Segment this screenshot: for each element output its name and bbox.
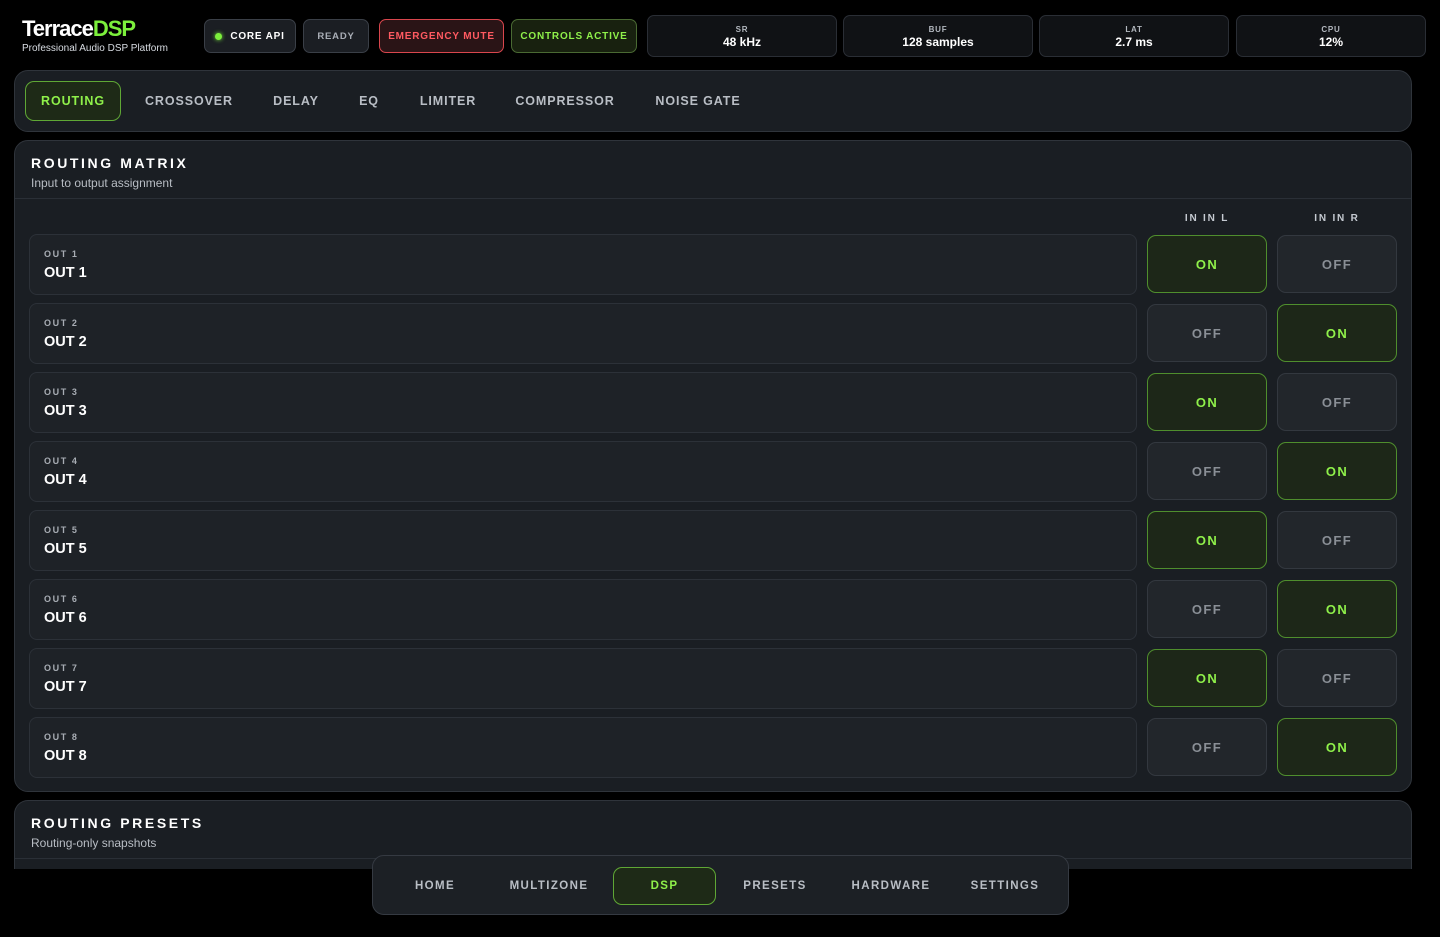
brand-logo: TerraceDSP Professional Audio DSP Platfo… (22, 16, 168, 54)
panel-subtitle: Input to output assignment (31, 176, 173, 190)
route-toggle[interactable]: ON (1277, 718, 1397, 776)
stat-value: 12% (1318, 35, 1344, 49)
core-api-status[interactable]: CORE API (204, 19, 296, 53)
ready-status[interactable]: READY (303, 19, 369, 53)
output-tag: OUT 2 (44, 318, 79, 328)
nav-multizone[interactable]: MULTIZONE (497, 867, 601, 905)
column-header-in-r: IN IN R (1314, 213, 1360, 224)
nav-settings[interactable]: SETTINGS (955, 867, 1055, 905)
stat-value: 48 kHz (722, 35, 762, 49)
stat-key: BUF (928, 25, 948, 34)
tab-limiter[interactable]: LIMITER (407, 81, 489, 121)
nav-hardware[interactable]: HARDWARE (839, 867, 943, 905)
route-toggle[interactable]: ON (1147, 511, 1267, 569)
routing-row: OUT 1 OUT 1 (29, 234, 1137, 295)
route-toggle[interactable]: ON (1277, 580, 1397, 638)
stat-key: LAT (1125, 25, 1143, 34)
output-tag: OUT 4 (44, 456, 79, 466)
brand-subtitle: Professional Audio DSP Platform (22, 43, 169, 54)
output-name: OUT 5 (44, 541, 87, 557)
routing-row: OUT 3 OUT 3 (29, 372, 1137, 433)
stat-latency: LAT 2.7 ms (1039, 15, 1229, 57)
top-header: TerraceDSP Professional Audio DSP Platfo… (0, 0, 1440, 70)
tab-delay[interactable]: DELAY (261, 81, 331, 121)
core-api-label: CORE API (230, 30, 285, 42)
route-toggle[interactable]: OFF (1147, 580, 1267, 638)
output-name: OUT 6 (44, 610, 87, 626)
output-name: OUT 3 (44, 403, 87, 419)
routing-matrix-panel: ROUTING MATRIX Input to output assignmen… (14, 140, 1412, 792)
output-tag: OUT 6 (44, 594, 79, 604)
output-name: OUT 7 (44, 679, 87, 695)
route-toggle[interactable]: ON (1147, 373, 1267, 431)
stat-cpu: CPU 12% (1236, 15, 1426, 57)
route-toggle[interactable]: ON (1277, 442, 1397, 500)
panel-title: ROUTING MATRIX (31, 155, 189, 171)
route-toggle[interactable]: OFF (1147, 304, 1267, 362)
output-name: OUT 2 (44, 334, 87, 350)
output-name: OUT 1 (44, 265, 87, 281)
tab-noise-gate[interactable]: NOISE GATE (643, 81, 753, 121)
output-name: OUT 8 (44, 748, 87, 764)
stat-value: 128 samples (902, 35, 974, 49)
stat-key: CPU (1321, 25, 1341, 34)
emergency-mute-button[interactable]: EMERGENCY MUTE (379, 19, 504, 53)
output-tag: OUT 8 (44, 732, 79, 742)
output-tag: OUT 1 (44, 249, 79, 259)
output-tag: OUT 5 (44, 525, 79, 535)
routing-row: OUT 7 OUT 7 (29, 648, 1137, 709)
column-header-in-l: IN IN L (1184, 213, 1230, 224)
nav-dsp[interactable]: DSP (613, 867, 716, 905)
route-toggle[interactable]: OFF (1147, 718, 1267, 776)
output-tag: OUT 7 (44, 663, 79, 673)
controls-active-button[interactable]: CONTROLS ACTIVE (511, 19, 637, 53)
panel-subtitle: Routing-only snapshots (31, 836, 157, 850)
route-toggle[interactable]: OFF (1147, 442, 1267, 500)
stat-key: SR (735, 25, 749, 34)
tab-crossover[interactable]: CROSSOVER (133, 81, 245, 121)
route-toggle[interactable]: OFF (1277, 373, 1397, 431)
panel-title: ROUTING PRESETS (31, 815, 204, 831)
route-toggle[interactable]: ON (1147, 649, 1267, 707)
tab-eq[interactable]: EQ (347, 81, 391, 121)
tab-routing[interactable]: ROUTING (25, 81, 121, 121)
bottom-navigation: HOME MULTIZONE DSP PRESETS HARDWARE SETT… (372, 855, 1069, 915)
route-toggle[interactable]: OFF (1277, 649, 1397, 707)
route-toggle[interactable]: OFF (1277, 235, 1397, 293)
nav-presets[interactable]: PRESETS (729, 867, 821, 905)
output-name: OUT 4 (44, 472, 87, 488)
routing-row: OUT 5 OUT 5 (29, 510, 1137, 571)
routing-row: OUT 2 OUT 2 (29, 303, 1137, 364)
output-tag: OUT 3 (44, 387, 79, 397)
nav-home[interactable]: HOME (389, 867, 481, 905)
route-toggle[interactable]: OFF (1277, 511, 1397, 569)
brand-name: TerraceDSP (22, 16, 168, 42)
routing-row: OUT 6 OUT 6 (29, 579, 1137, 640)
brand-name-accent: DSP (92, 16, 136, 41)
divider (15, 198, 1411, 199)
tab-compressor[interactable]: COMPRESSOR (505, 81, 625, 121)
brand-name-main: Terrace (22, 16, 94, 41)
stat-sample-rate: SR 48 kHz (647, 15, 837, 57)
route-toggle[interactable]: ON (1277, 304, 1397, 362)
routing-row: OUT 8 OUT 8 (29, 717, 1137, 778)
dsp-tab-bar: ROUTING CROSSOVER DELAY EQ LIMITER COMPR… (14, 70, 1412, 132)
routing-row: OUT 4 OUT 4 (29, 441, 1137, 502)
route-toggle[interactable]: ON (1147, 235, 1267, 293)
status-dot-icon (215, 32, 223, 40)
stat-buffer: BUF 128 samples (843, 15, 1033, 57)
stat-value: 2.7 ms (1115, 35, 1153, 49)
